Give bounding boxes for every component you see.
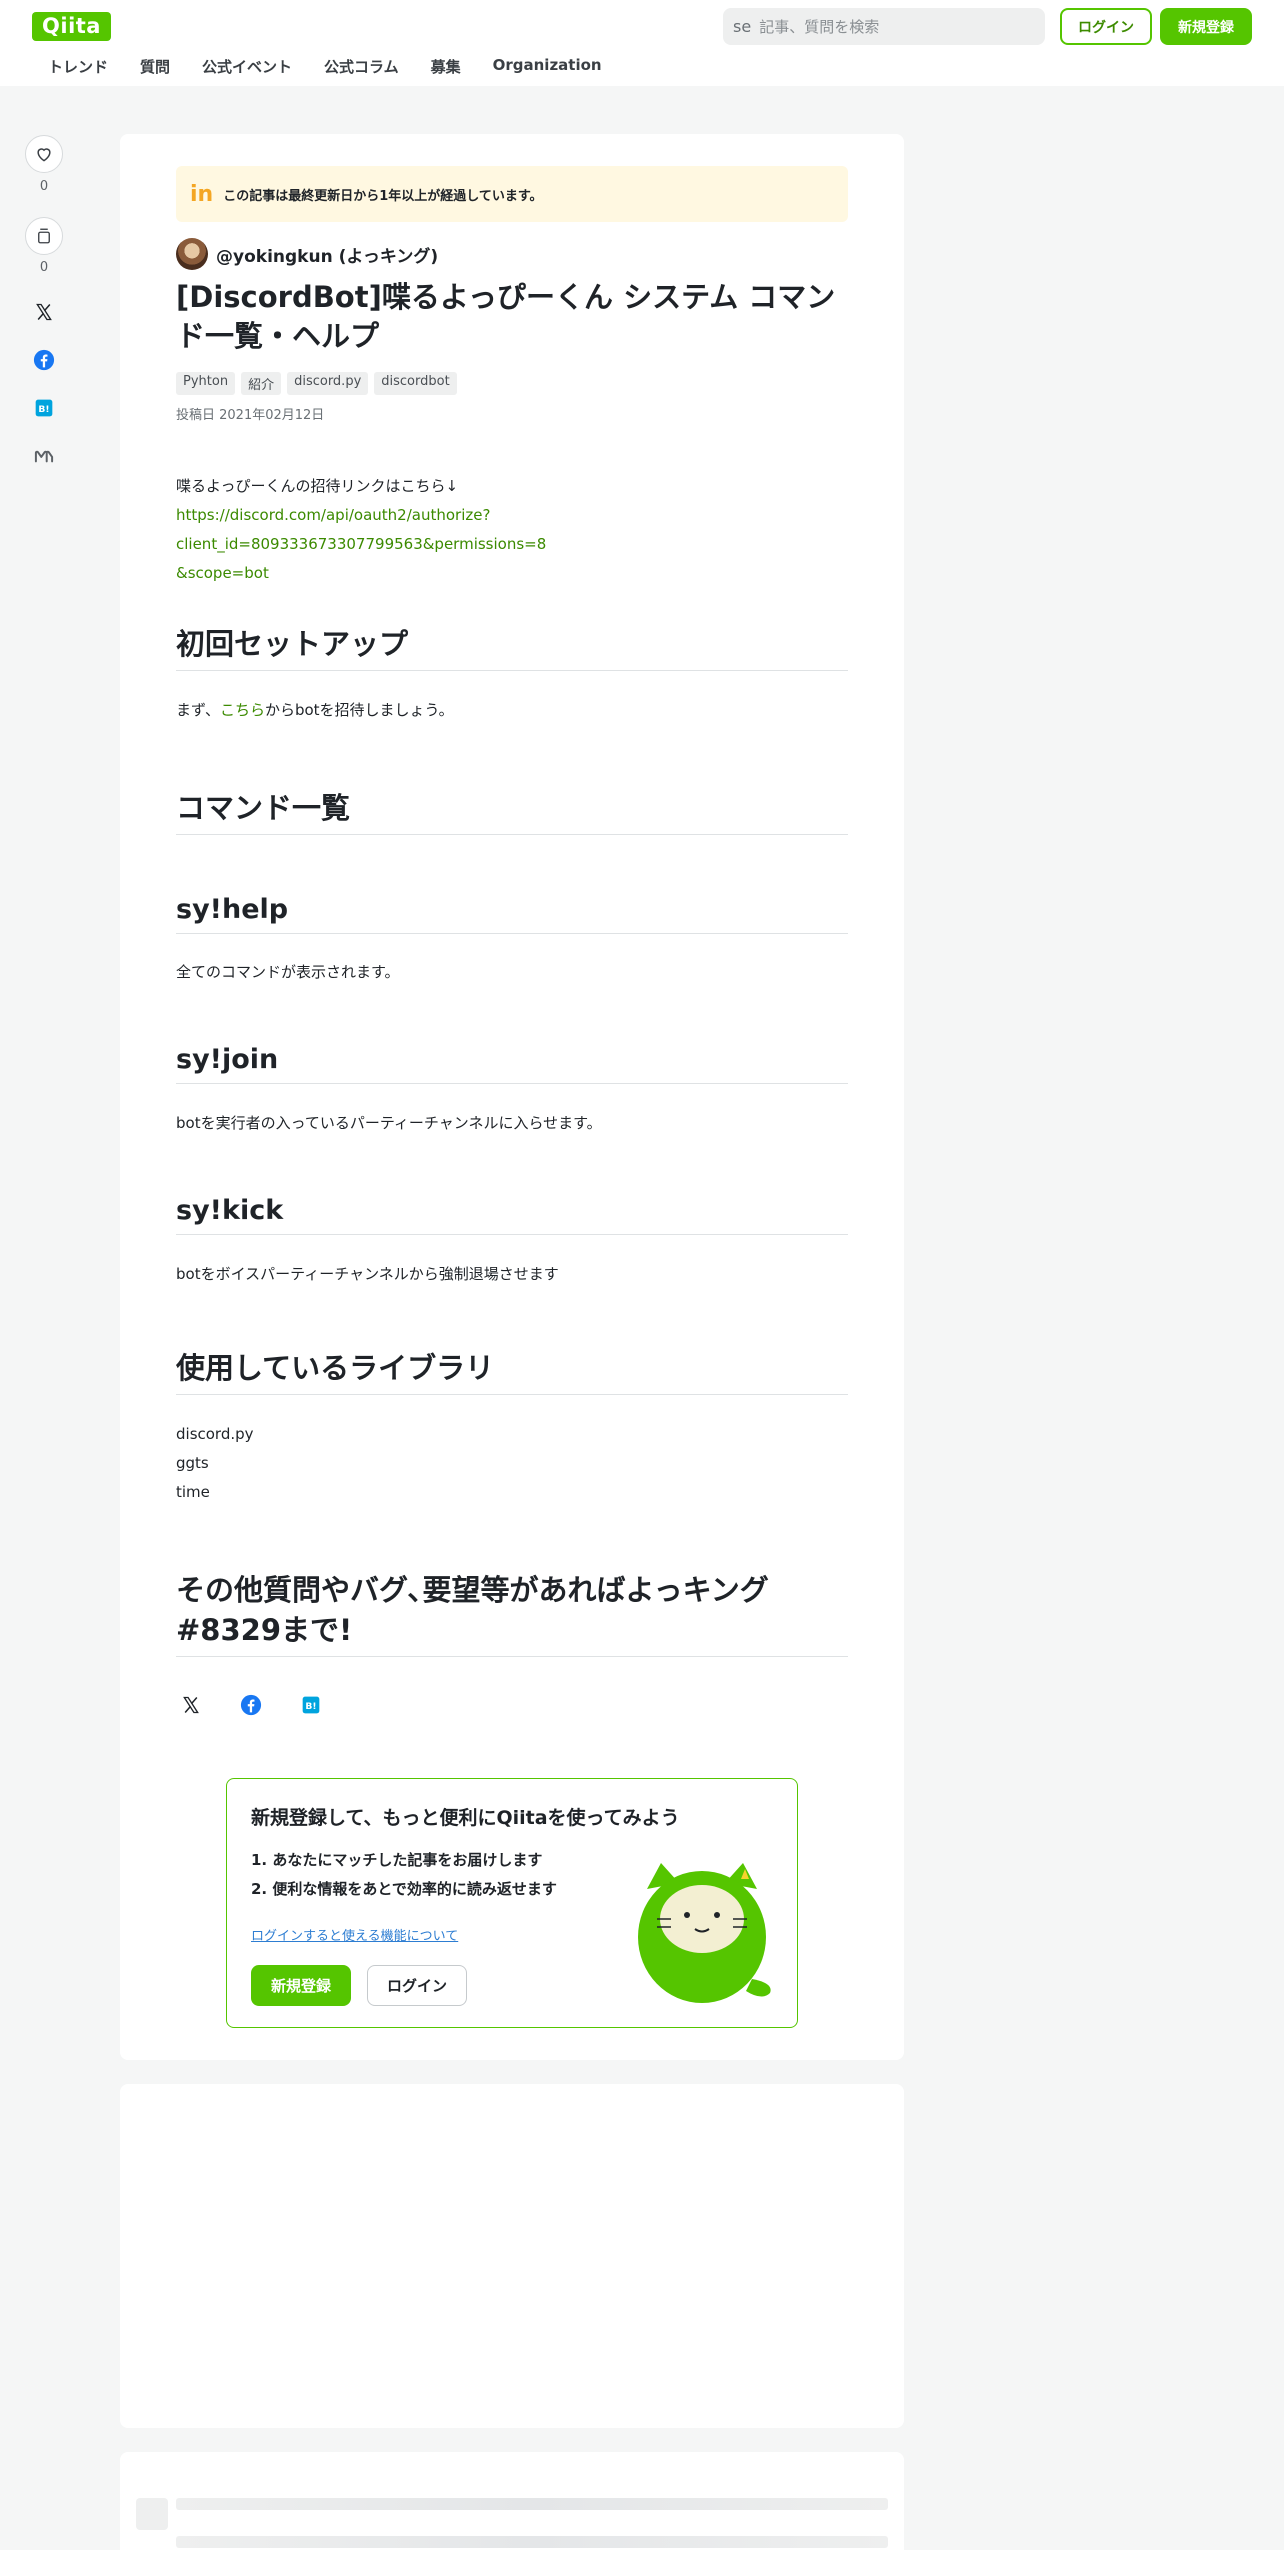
svg-text:B!: B! — [305, 1701, 316, 1712]
signup-cta-box: 新規登録して、もっと便利にQiitaを使ってみよう 1. あなたにマッチした記事… — [226, 1778, 798, 2028]
misskey-icon — [34, 450, 54, 463]
author-name[interactable]: @yokingkun (よっキング) — [216, 242, 438, 267]
search-input[interactable]: se 記事、質問を検索 — [723, 8, 1045, 45]
setup-text: まず、こちらからbotを招待しましょう。 — [176, 696, 856, 725]
bottom-share-facebook[interactable] — [236, 1690, 266, 1720]
signup-button[interactable]: 新規登録 — [251, 1965, 351, 2006]
kick-desc: botをボイスパーティーチャンネルから強制退場させます — [176, 1265, 559, 1283]
bottom-share-hatena[interactable]: B! — [296, 1690, 326, 1720]
signup-point-1: 1. あなたにマッチした記事をお届けします — [251, 1851, 543, 1869]
heading-join: sy!join — [176, 1041, 848, 1084]
stock-icon — [38, 228, 50, 244]
tag-discordbot[interactable]: discordbot — [374, 372, 457, 395]
search-placeholder: 記事、質問を検索 — [759, 18, 880, 36]
library-item: discord.py — [176, 1425, 254, 1443]
nav-item-organization[interactable]: Organization — [477, 52, 618, 80]
tag-discordpy[interactable]: discord.py — [287, 372, 369, 395]
bottom-share-x[interactable] — [176, 1690, 206, 1720]
stock-button[interactable] — [25, 217, 63, 255]
heading-libraries: 使用しているライブラリ — [176, 1348, 848, 1395]
library-item: time — [176, 1483, 210, 1501]
share-hatena-button[interactable]: B! — [30, 394, 58, 422]
x-icon — [36, 303, 52, 321]
tag-list: Pyhton 紹介 discord.py discordbot — [176, 372, 457, 395]
article-card: in この記事は最終更新日から1年以上が経過しています。 @yokingkun … — [120, 134, 904, 2060]
like-count: 0 — [39, 179, 49, 194]
heading-contact: その他質問やバグ､要望等があればよっキング#8329まで! — [176, 1570, 848, 1657]
x-icon — [183, 1696, 199, 1714]
signup-title: 新規登録して、もっと便利にQiitaを使ってみよう — [251, 1807, 680, 1829]
skeleton-line — [176, 2536, 888, 2548]
invite-link-line-2[interactable]: &scope=bot — [176, 564, 269, 582]
skeleton-line — [176, 2498, 888, 2510]
hatena-bookmark-icon: B! — [302, 1696, 320, 1714]
outdated-notice: in この記事は最終更新日から1年以上が経過しています。 — [176, 166, 848, 222]
share-misskey-button[interactable] — [30, 442, 58, 470]
invite-link[interactable]: https://discord.com/api/oauth2/authorize… — [176, 501, 856, 588]
posted-date: 投稿日 2021年02月12日 — [176, 408, 325, 423]
bottom-share-row: B! — [176, 1690, 326, 1720]
help-desc: 全てのコマンドが表示されます。 — [176, 963, 400, 981]
library-list: discord.py ggts time — [176, 1420, 856, 1507]
hatena-bookmark-icon: B! — [35, 399, 53, 417]
notice-text: この記事は最終更新日から1年以上が経過しています。 — [223, 188, 543, 204]
nav-item-recruit[interactable]: 募集 — [415, 52, 477, 80]
share-x-button[interactable] — [30, 298, 58, 326]
library-item: ggts — [176, 1454, 209, 1472]
like-button[interactable] — [25, 135, 63, 173]
join-desc: botを実行者の入っているパーティーチャンネルに入らせます。 — [176, 1114, 602, 1132]
global-nav: トレンド 質問 公式イベント 公式コラム 募集 Organization — [32, 52, 618, 80]
avatar[interactable] — [176, 238, 208, 270]
nav-item-events[interactable]: 公式イベント — [186, 52, 308, 80]
skeleton-avatar — [136, 2498, 168, 2530]
heading-kick: sy!kick — [176, 1192, 848, 1235]
features-link[interactable]: ログインすると使える機能について — [251, 1925, 458, 1944]
facebook-icon — [33, 349, 55, 371]
setup-text-pre: まず、 — [176, 701, 220, 719]
heading-commands: コマンド一覧 — [176, 788, 848, 835]
svg-text:B!: B! — [38, 404, 49, 415]
setup-text-post: からbotを招待しましょう。 — [264, 701, 454, 719]
heart-icon — [37, 148, 51, 162]
heading-setup: 初回セットアップ — [176, 624, 848, 671]
author[interactable]: @yokingkun (よっキング) — [176, 238, 438, 270]
nav-item-trend[interactable]: トレンド — [32, 52, 124, 80]
login-button[interactable]: ログイン — [367, 1965, 467, 2006]
stock-count: 0 — [39, 260, 49, 275]
signup-point-2: 2. 便利な情報をあとで効率的に読み返せます — [251, 1880, 557, 1898]
article-title: [DiscordBot]喋るよっぴーくん システム コマンド一覧・ヘルプ — [176, 280, 836, 353]
tag-python[interactable]: Pyhton — [176, 372, 236, 395]
qiitan-mascot-icon — [638, 1863, 771, 2003]
header-login-button[interactable]: ログイン — [1060, 8, 1152, 45]
facebook-icon — [240, 1694, 262, 1716]
search-icon: se — [733, 17, 752, 36]
intro-text: 喋るよっぴーくんの招待リンクはこちら↓ — [176, 477, 459, 495]
loading-card-comments — [120, 2452, 904, 2550]
share-facebook-button[interactable] — [30, 346, 58, 374]
nav-item-questions[interactable]: 質問 — [124, 52, 186, 80]
header: Qiita se 記事、質問を検索 ログイン 新規登録 トレンド 質問 公式イベ… — [0, 0, 1284, 86]
invite-link-line-1[interactable]: https://discord.com/api/oauth2/authorize… — [176, 506, 546, 553]
loading-card — [120, 2084, 904, 2428]
qiita-logo[interactable]: Qiita — [32, 12, 111, 41]
heading-help: sy!help — [176, 891, 848, 934]
nav-item-columns[interactable]: 公式コラム — [308, 52, 415, 80]
header-signup-button[interactable]: 新規登録 — [1160, 8, 1252, 45]
tag-introduction[interactable]: 紹介 — [241, 372, 282, 395]
setup-link[interactable]: こちら — [220, 701, 265, 719]
info-icon: in — [190, 181, 214, 207]
